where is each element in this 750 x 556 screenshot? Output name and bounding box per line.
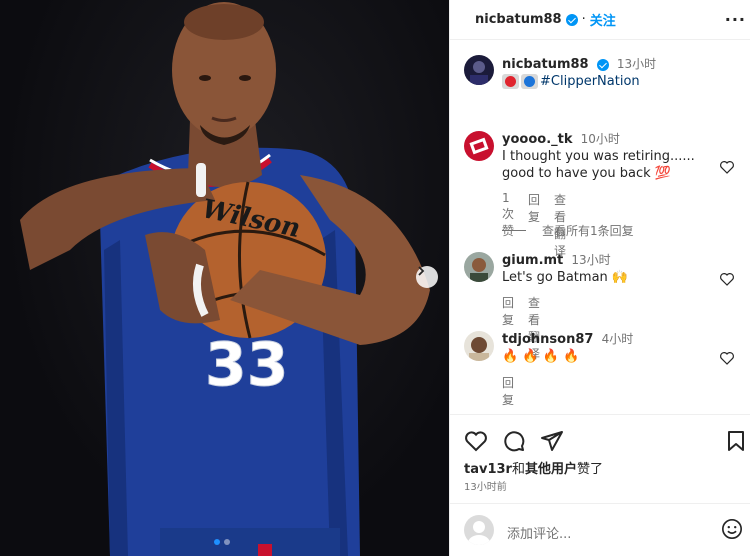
carousel-dots (214, 539, 230, 545)
caption-hashtag[interactable]: #ClipperNation (540, 74, 640, 89)
commenter-avatar[interactable] (464, 252, 494, 282)
likes-conjunction: 和 (511, 462, 525, 477)
comment-meta: 回复 (502, 374, 514, 408)
comment-text: tdjohnson87 4小时 🔥 🔥 🔥 🔥 (502, 331, 722, 365)
add-comment-input[interactable]: 添加评论... (507, 523, 571, 542)
comment-text: yoooo._tk 10小时 I thought you was retirin… (502, 131, 722, 182)
smile-icon[interactable] (721, 518, 743, 540)
heart-icon[interactable] (719, 271, 735, 287)
caption-username[interactable]: nicbatum88 (502, 57, 589, 72)
verified-badge-icon (596, 58, 609, 71)
comment-text: gium.mt 13小时 Let's go Batman 🙌 (502, 252, 722, 286)
comment-body: Let's go Batman 🙌 (502, 270, 629, 285)
commenter-username[interactable]: gium.mt (502, 253, 563, 268)
next-photo-button[interactable] (416, 266, 438, 288)
view-replies-button[interactable]: 查看所有1条回复 (502, 222, 634, 239)
carousel-dot-active (214, 539, 220, 545)
comments-list[interactable]: nicbatum88 13小时 #ClipperNation yoooo._tk… (450, 41, 750, 413)
verified-badge-icon (565, 13, 578, 26)
post-panel: nicbatum88 · 关注 ··· nicbatum88 13小时 #Cli… (449, 0, 750, 556)
author-username[interactable]: nicbatum88 (475, 12, 562, 27)
likes-line: tav13r和其他用户赞了 (464, 458, 603, 477)
caption-text: nicbatum88 13小时 #ClipperNation (502, 56, 722, 90)
commenter-username[interactable]: yoooo._tk (502, 132, 573, 147)
other-likers-link[interactable]: 其他用户 (525, 462, 577, 477)
comment-body: I thought you was retiring...... good to… (502, 149, 695, 181)
jersey-number: 33 (205, 330, 289, 400)
caption-time: 13小时 (616, 57, 657, 71)
heart-icon[interactable] (464, 429, 488, 453)
liker-username[interactable]: tav13r (464, 462, 512, 477)
heart-icon[interactable] (719, 159, 735, 175)
follow-button[interactable]: 关注 (590, 10, 616, 29)
post-photo[interactable]: 33 Wilson (0, 0, 449, 556)
comment-time: 4小时 (601, 332, 634, 346)
post-header: nicbatum88 · 关注 ··· (450, 0, 750, 40)
likes-suffix: 赞了 (577, 462, 604, 477)
reply-button[interactable]: 回复 (502, 374, 514, 408)
commenter-avatar[interactable] (464, 331, 494, 361)
more-options-icon[interactable]: ··· (725, 10, 746, 29)
carousel-dot (224, 539, 230, 545)
share-icon[interactable] (540, 429, 564, 453)
comment-time: 13小时 (571, 253, 611, 267)
comment-body: 🔥 🔥 🔥 🔥 (502, 349, 580, 364)
blue-circle-emoji-icon (521, 74, 538, 89)
commenter-avatar[interactable] (464, 131, 494, 161)
commenter-username[interactable]: tdjohnson87 (502, 332, 593, 347)
heart-icon[interactable] (719, 350, 735, 366)
comment-icon[interactable] (502, 429, 526, 453)
red-circle-emoji-icon (502, 74, 519, 89)
post-timestamp[interactable]: 13小时前 (464, 478, 507, 493)
add-comment-bar: 添加评论... (450, 503, 750, 556)
comment-time: 10小时 (580, 132, 620, 146)
bookmark-icon[interactable] (725, 429, 747, 453)
action-bar (450, 414, 750, 464)
author-avatar[interactable] (464, 55, 494, 85)
separator-dot: · (581, 12, 586, 27)
player-illustration: 33 Wilson (20, 2, 430, 556)
chevron-right-icon (418, 266, 425, 276)
current-user-avatar (464, 515, 494, 545)
